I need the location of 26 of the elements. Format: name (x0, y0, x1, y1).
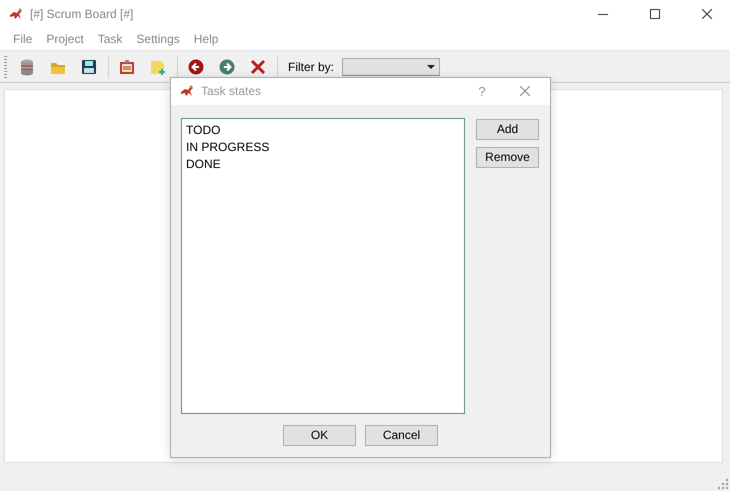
menu-item[interactable]: Settings (129, 32, 187, 46)
filter-label: Filter by: (288, 60, 334, 74)
dropdown-caret-icon (427, 64, 436, 68)
side-button[interactable]: Remove (476, 146, 539, 168)
list-item[interactable]: TODO (186, 122, 460, 139)
app-logo-icon (8, 7, 24, 21)
list-item[interactable]: DONE (186, 156, 460, 173)
delete-icon[interactable] (249, 58, 267, 76)
filter-dropdown[interactable] (342, 58, 440, 76)
menu-item[interactable]: Project (39, 32, 91, 46)
dialog-button[interactable]: Cancel (365, 424, 438, 446)
save-icon[interactable] (80, 58, 98, 76)
clipboard-icon[interactable] (118, 58, 136, 76)
side-button[interactable]: Add (476, 118, 539, 140)
app-logo-icon (179, 84, 195, 98)
list-item[interactable]: IN PROGRESS (186, 138, 460, 156)
database-icon[interactable] (18, 58, 36, 76)
close-icon[interactable] (702, 9, 712, 19)
window-title: [#] Scrum Board [#] (30, 7, 134, 21)
menu-item[interactable]: Help (186, 32, 226, 46)
resize-grip-icon[interactable] (718, 479, 728, 489)
dialog-title: Task states (201, 84, 262, 98)
menu-item[interactable]: Task (90, 32, 130, 46)
maximize-icon[interactable] (650, 9, 660, 19)
dialog-button[interactable]: OK (283, 424, 356, 446)
menu-item[interactable]: File (6, 32, 40, 46)
